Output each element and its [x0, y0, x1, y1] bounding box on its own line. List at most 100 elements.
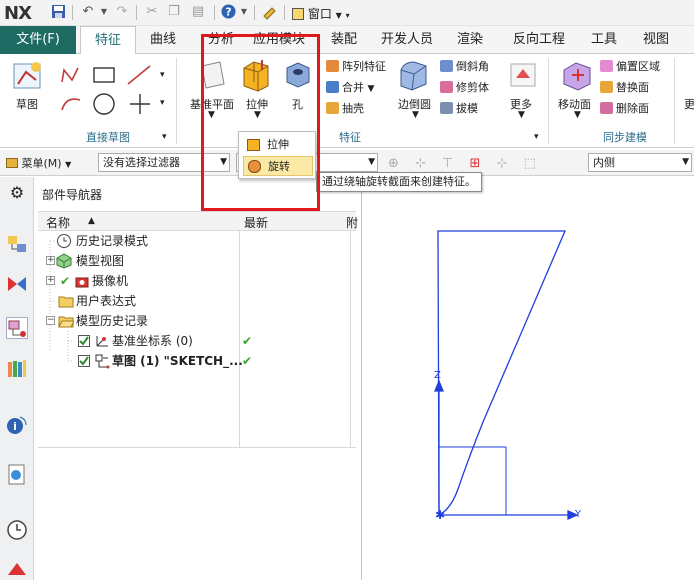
tab-tools[interactable]: 工具: [584, 26, 624, 54]
visibility-checkbox[interactable]: [78, 355, 90, 367]
expand-icon[interactable]: +: [46, 256, 55, 265]
move-face-button[interactable]: [560, 58, 594, 95]
tab-file[interactable]: 文件(F): [0, 26, 76, 54]
info-icon[interactable]: i: [6, 413, 28, 435]
tree-item-model-history[interactable]: − 模型历史记录: [38, 311, 356, 331]
save-icon[interactable]: [50, 4, 66, 20]
tab-developer[interactable]: 开发人员: [374, 26, 440, 54]
offset-region-button[interactable]: 偏置区域: [600, 60, 660, 74]
tab-render[interactable]: 渲染: [446, 26, 494, 54]
cut-icon[interactable]: ✂: [144, 4, 160, 20]
edge-blend-dropdown-icon[interactable]: ▼: [412, 110, 419, 120]
draft-button[interactable]: 拔模: [440, 102, 478, 116]
sort-ascending-icon[interactable]: ▲: [88, 216, 95, 226]
trim-body-icon: [440, 81, 453, 93]
tree-item-user-expressions[interactable]: 用户表达式: [38, 291, 356, 311]
help-icon[interactable]: ?: [220, 4, 236, 20]
point-icon: [130, 94, 150, 114]
arc-icon: [61, 98, 81, 111]
pattern-icon: [326, 60, 339, 72]
tab-reverse-engineering[interactable]: 反向工程: [500, 26, 578, 54]
origin-marker: ✱: [435, 508, 445, 522]
collapse-icon[interactable]: −: [46, 316, 55, 325]
chamfer-button[interactable]: 倒斜角: [440, 60, 489, 74]
undo-dropdown-icon[interactable]: ▼: [96, 4, 112, 20]
tab-feature[interactable]: 特征: [80, 26, 136, 55]
tree-item-model-views[interactable]: + 模型视图: [38, 251, 356, 271]
menu-item-extrude[interactable]: 拉伸: [243, 135, 313, 155]
tab-assembly[interactable]: 装配: [320, 26, 368, 54]
check-mark-icon: ✔: [60, 274, 71, 288]
tree-item-cameras[interactable]: + ✔ 摄像机: [38, 271, 356, 291]
delete-face-button[interactable]: 删除面: [600, 102, 649, 116]
navigator-title: 部件导航器: [42, 188, 103, 202]
web-browser-icon[interactable]: [6, 463, 28, 485]
pattern-feature-button[interactable]: 阵列特征: [326, 60, 386, 74]
sketch-more-icon[interactable]: ▾: [160, 70, 165, 80]
unite-button[interactable]: 合并 ▼: [326, 81, 374, 96]
hole-button[interactable]: [284, 60, 312, 93]
sketch-profile: [437, 230, 566, 517]
camera-icon: [74, 273, 90, 289]
constraint-navigator-icon[interactable]: [6, 273, 28, 295]
sync-more-label[interactable]: 更: [684, 96, 694, 112]
visibility-checkbox[interactable]: [78, 335, 90, 347]
rectangle-icon: [93, 67, 115, 83]
settings-icon[interactable]: ⚙: [6, 183, 28, 205]
tree-item-history-mode[interactable]: 历史记录模式: [38, 231, 356, 251]
type-filter-dropdown[interactable]: 没有选择过滤器 ▼: [98, 153, 230, 172]
shell-button[interactable]: 抽壳: [326, 102, 364, 116]
replace-face-icon: [600, 81, 613, 93]
tab-curve[interactable]: 曲线: [138, 26, 188, 54]
sketch-button[interactable]: [10, 58, 44, 95]
column-third[interactable]: 附: [346, 214, 358, 231]
graphics-window[interactable]: Z Y ✱: [363, 177, 694, 580]
paste-icon[interactable]: ▤: [190, 4, 206, 20]
menu-icon: [6, 158, 18, 168]
sketch-more-icon-2[interactable]: ▾: [160, 98, 165, 108]
resource-bar: ⚙ i: [0, 177, 34, 580]
snap-tools[interactable]: ⊕ ⊹ ⊤ ⊞ ⊹ ⬚: [388, 156, 542, 171]
feature-group-expand-icon[interactable]: ▾: [534, 132, 539, 142]
edge-blend-button[interactable]: [398, 58, 430, 95]
tab-application[interactable]: 应用模块: [246, 26, 312, 54]
menu-button[interactable]: 菜单(M) ▼: [6, 155, 71, 171]
sketch-tools[interactable]: [56, 60, 176, 124]
replace-face-button[interactable]: 替换面: [600, 81, 649, 95]
shell-icon: [326, 102, 339, 114]
feature-more-dropdown-icon[interactable]: ▼: [518, 110, 525, 120]
extrude-dropdown-icon[interactable]: ▼: [254, 110, 261, 120]
copy-icon[interactable]: ❐: [166, 4, 182, 20]
tab-analysis[interactable]: 分析: [196, 26, 246, 54]
hole-label: 孔: [292, 98, 303, 111]
reuse-library-icon[interactable]: [6, 357, 28, 379]
process-studio-icon[interactable]: [6, 561, 28, 580]
column-latest[interactable]: 最新: [244, 214, 268, 231]
move-face-icon: [563, 62, 591, 91]
undo-icon[interactable]: ↶: [80, 4, 96, 20]
extrude-button[interactable]: [240, 58, 272, 95]
curve-rule-dropdown[interactable]: 内侧 ▼: [588, 153, 692, 172]
revolve-tooltip: 通过绕轴旋转截面来创建特征。: [316, 172, 482, 192]
column-name[interactable]: 名称: [46, 214, 70, 231]
tree-item-datum-csys[interactable]: 基准坐标系 (0) ✔: [38, 331, 356, 351]
expand-icon[interactable]: +: [46, 276, 55, 285]
group-expand-icon[interactable]: ▾: [162, 132, 167, 142]
trim-body-button[interactable]: 修剪体: [440, 81, 489, 95]
part-navigator-icon[interactable]: [6, 317, 28, 339]
move-face-dropdown-icon[interactable]: ▼: [574, 110, 581, 120]
datum-plane-dropdown-icon[interactable]: ▼: [208, 110, 215, 120]
command-finder-icon[interactable]: [262, 4, 278, 20]
tree-item-sketch[interactable]: 草图 (1) "SKETCH_... ✔: [38, 351, 356, 371]
history-icon[interactable]: [6, 519, 28, 541]
redo-icon[interactable]: ↷: [114, 4, 130, 20]
datum-plane-button[interactable]: [198, 60, 228, 93]
model-view-icon: [56, 253, 72, 269]
extrude-icon: [243, 60, 269, 92]
assembly-navigator-icon[interactable]: [6, 233, 28, 255]
tab-view[interactable]: 视图: [634, 26, 678, 54]
menu-item-revolve[interactable]: 旋转: [243, 156, 313, 176]
feature-more-button[interactable]: [508, 60, 538, 93]
help-dropdown-icon[interactable]: ▼: [236, 4, 252, 20]
window-menu[interactable]: 窗口 ▼ ▾: [292, 5, 350, 22]
